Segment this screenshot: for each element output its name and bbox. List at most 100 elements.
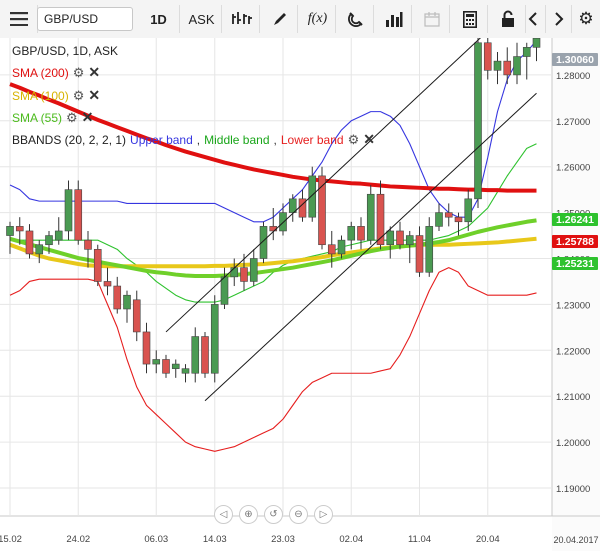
symbol-label: GBP/USD: [44, 12, 99, 26]
candle-body: [327, 244, 336, 255]
candle-body: [162, 359, 170, 374]
draw-icon[interactable]: [262, 5, 298, 33]
sma200-tag: 1.25788: [552, 235, 598, 248]
price-tick-label: 1.28000: [556, 71, 590, 82]
candle-body: [464, 198, 473, 223]
candle-body: [405, 235, 414, 246]
indicators-icon[interactable]: [224, 5, 260, 33]
close-icon[interactable]: ✕: [88, 64, 100, 81]
candle-body: [357, 226, 365, 241]
candle-body: [201, 336, 209, 374]
candle-body: [220, 276, 229, 305]
candle-body: [132, 299, 141, 333]
gear-icon[interactable]: ⚙: [73, 65, 85, 81]
candle-body: [191, 336, 200, 374]
candle-body: [152, 359, 161, 365]
close-icon[interactable]: ✕: [363, 131, 375, 148]
legend-bbands: BBANDS (20, 2, 2, 1) Upper band, Middle …: [12, 131, 375, 148]
candle-body: [230, 267, 239, 278]
price-tick-label: 1.21000: [556, 392, 590, 403]
candle-body: [279, 212, 287, 232]
candle-body: [337, 239, 346, 255]
legend-sma55-label: SMA (55): [12, 110, 63, 125]
reset-zoom-icon[interactable]: ↺: [264, 505, 283, 524]
zoom-out-icon[interactable]: ⊖: [289, 505, 308, 524]
candle-body: [435, 212, 443, 227]
candle-body: [113, 285, 122, 310]
date-tick-label: 24.02: [66, 534, 90, 545]
price-tick-label: 1.26000: [556, 163, 590, 174]
candle-body: [483, 42, 492, 71]
candle-body: [181, 368, 190, 374]
candle-body: [474, 42, 482, 200]
legend-upper-band: Upper band: [130, 132, 193, 147]
scroll-left-icon[interactable]: ◁: [214, 505, 233, 524]
candle-body: [142, 331, 151, 365]
legend-sma55: SMA (55) ⚙ ✕: [12, 109, 93, 126]
candle-body: [6, 226, 14, 236]
legend-sma200-label: SMA (200): [12, 65, 69, 80]
candle-body: [84, 239, 92, 250]
scroll-right-icon[interactable]: ▷: [314, 505, 333, 524]
candle-body: [386, 230, 395, 246]
next-icon[interactable]: [546, 5, 572, 33]
legend-sma200: SMA (200) ⚙ ✕: [12, 64, 100, 81]
interval-selector[interactable]: 1D: [138, 5, 180, 33]
last-date-label: 20.04.2017: [553, 535, 598, 545]
magnet-icon[interactable]: [338, 5, 374, 33]
candle-body: [532, 38, 541, 48]
candle-body: [376, 193, 385, 246]
legend-lower-band: Lower band: [280, 132, 344, 147]
symbol-selector[interactable]: GBP/USD: [37, 7, 133, 31]
legend-middle-band: Middle band: [204, 132, 270, 147]
gear-icon[interactable]: ⚙: [66, 110, 78, 126]
candle-body: [493, 60, 502, 71]
volume-icon[interactable]: [376, 5, 412, 33]
candle-body: [522, 47, 531, 57]
function-icon[interactable]: f(x): [300, 5, 336, 33]
candle-body: [35, 244, 44, 255]
date-tick-label: 11.04: [408, 534, 431, 545]
price-tick-label: 1.20000: [556, 438, 590, 449]
calculator-icon[interactable]: [452, 5, 488, 33]
candle-body: [45, 235, 53, 246]
legend-sma100: SMA (100) ⚙ ✕: [12, 87, 100, 104]
legend-bbands-label: BBANDS (20, 2, 2, 1): [12, 132, 127, 147]
prev-icon[interactable]: [520, 5, 546, 33]
candle-body: [171, 363, 180, 369]
zoom-in-icon[interactable]: ⊕: [239, 505, 258, 524]
candle-body: [15, 226, 24, 232]
settings-icon[interactable]: ⚙: [572, 5, 600, 33]
chart-header: GBP/USD, 1D, ASK: [12, 44, 119, 58]
candle-body: [210, 304, 219, 374]
current-price-tag: 1.30060: [552, 53, 598, 66]
candle-body: [93, 249, 102, 282]
candle-body: [415, 235, 424, 273]
menu-icon[interactable]: [0, 5, 38, 33]
candle-body: [25, 230, 34, 255]
toolbar: GBP/USD 1D ASK f(x) ⚙: [0, 0, 600, 39]
candle-body: [123, 294, 131, 310]
price-type-selector[interactable]: ASK: [182, 5, 222, 33]
date-tick-label: 14.03: [203, 534, 227, 545]
legend-sma100-label: SMA (100): [12, 88, 69, 103]
close-icon[interactable]: ✕: [82, 109, 94, 126]
candle-body: [513, 56, 521, 76]
gear-icon[interactable]: ⚙: [73, 88, 85, 104]
date-tick-label: 15.02: [0, 534, 22, 545]
upper-band-tag: 1.26241: [552, 213, 598, 226]
calendar-icon[interactable]: [414, 5, 450, 33]
price-tick-label: 1.23000: [556, 300, 590, 311]
candle-body: [64, 189, 73, 232]
candle-body: [54, 230, 63, 241]
close-icon[interactable]: ✕: [88, 87, 100, 104]
candle-body: [249, 258, 258, 282]
gear-icon[interactable]: ⚙: [348, 132, 360, 148]
date-tick-label: 23.03: [271, 534, 295, 545]
candle-body: [308, 175, 317, 218]
date-tick-label: 06.03: [144, 534, 168, 545]
price-tick-label: 1.22000: [556, 346, 590, 357]
price-tick-label: 1.27000: [556, 117, 590, 128]
candle-body: [347, 226, 356, 241]
candle-body: [503, 60, 512, 76]
